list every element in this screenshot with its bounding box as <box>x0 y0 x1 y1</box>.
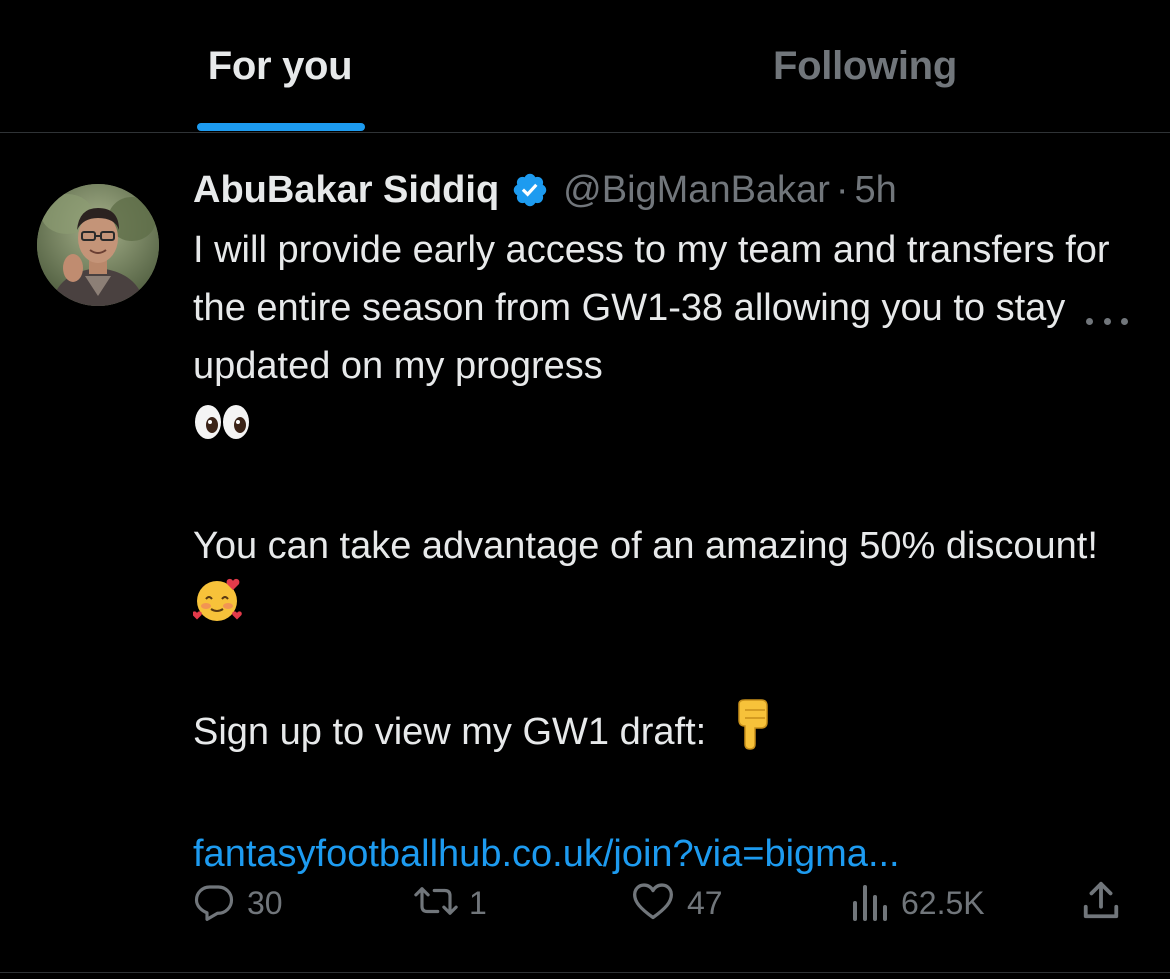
tab-for-you-label: For you <box>207 43 353 88</box>
tab-following[interactable]: Following <box>575 0 1155 132</box>
share-icon <box>1081 880 1121 927</box>
tab-following-label: Following <box>773 43 957 88</box>
tweet-actions: 30 1 47 62.5K <box>193 873 1133 933</box>
share-button[interactable] <box>1081 873 1121 933</box>
tweet-text-para1: I will provide early access to my team a… <box>193 229 1110 387</box>
more-dots-icon[interactable] <box>1086 309 1128 333</box>
tweet[interactable]: AbuBakar Siddiq @BigManBakar · 5h I will… <box>0 133 1170 979</box>
avatar-photo <box>37 184 159 306</box>
active-tab-indicator <box>197 123 365 131</box>
heart-icon <box>631 880 675 927</box>
separator-dot: · <box>835 168 849 211</box>
tweet-text: I will provide early access to my team a… <box>192 221 1153 883</box>
tweet-text-para2: You can take advantage of an amazing 50%… <box>193 525 1098 567</box>
retweet-count: 1 <box>469 884 487 921</box>
reply-count: 30 <box>247 884 283 921</box>
views-count: 62.5K <box>901 884 985 921</box>
tweet-text-para3: Sign up to view my GW1 draft: <box>193 711 707 753</box>
retweet-button[interactable]: 1 <box>411 873 487 933</box>
reply-button[interactable]: 30 <box>193 873 283 933</box>
pointing-down-emoji-icon <box>731 698 771 767</box>
timeline-tabs: For you Following <box>0 0 1170 133</box>
verified-badge-icon <box>511 171 549 209</box>
tweet-link[interactable]: fantasyfootballhub.co.uk/join?via=bigma.… <box>193 833 900 875</box>
views-button[interactable]: 62.5K <box>849 873 985 933</box>
tweet-header: AbuBakar Siddiq @BigManBakar · 5h <box>193 167 897 213</box>
author-name[interactable]: AbuBakar Siddiq <box>193 169 499 212</box>
like-button[interactable]: 47 <box>631 873 723 933</box>
retweet-icon <box>411 880 461 927</box>
views-icon <box>849 881 889 926</box>
author-handle[interactable]: @BigManBakar <box>563 169 830 212</box>
smiling-face-hearts-emoji-icon <box>192 575 245 640</box>
like-count: 47 <box>687 884 723 921</box>
eyes-emoji-icon <box>193 401 251 459</box>
avatar[interactable] <box>37 184 159 306</box>
tweet-time[interactable]: 5h <box>855 169 897 212</box>
tweet-divider <box>0 972 1170 973</box>
reply-icon <box>193 880 235 927</box>
tab-for-you[interactable]: For you <box>0 0 560 132</box>
